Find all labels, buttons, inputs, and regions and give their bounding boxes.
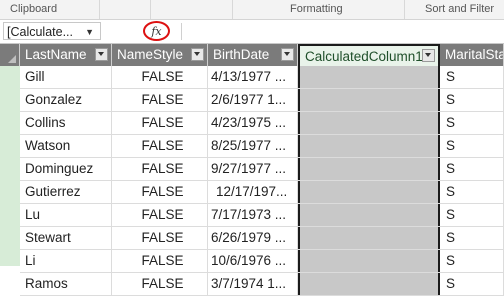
column-header-calculatedcolumn1[interactable]: CalculatedColumn1 (298, 44, 440, 66)
cell-lastname[interactable]: Stewart (20, 227, 112, 249)
ribbon-separator (99, 0, 100, 19)
cell-namestyle[interactable]: FALSE (112, 112, 208, 134)
cell-calculatedcolumn1[interactable] (298, 112, 440, 134)
table-row[interactable]: Gonzalez FALSE 2/6/1977 1... S (20, 89, 504, 112)
cell-maritalstatus[interactable]: S (440, 135, 504, 157)
column-header-label: CalculatedColumn1 (305, 49, 423, 64)
cell-lastname[interactable]: Lu (20, 204, 112, 226)
dropdown-arrow-icon[interactable] (281, 48, 294, 61)
cell-calculatedcolumn1[interactable] (298, 227, 440, 249)
cell-birthdate[interactable]: 7/17/1973 ... (208, 204, 298, 226)
formula-input[interactable] (184, 22, 502, 41)
cell-namestyle[interactable]: FALSE (112, 273, 208, 295)
column-header-label: NameStyle (117, 47, 184, 62)
ribbon-separator (232, 0, 233, 19)
cell-birthdate[interactable]: 8/25/1977 ... (208, 135, 298, 157)
row-selector-strip[interactable] (0, 66, 20, 266)
cell-calculatedcolumn1[interactable] (298, 66, 440, 88)
cell-birthdate[interactable]: 10/6/1976 ... (208, 250, 298, 272)
cell-calculatedcolumn1[interactable] (298, 158, 440, 180)
column-header-label: MaritalSta (445, 47, 504, 62)
ribbon-group-clipboard: Clipboard (10, 3, 58, 15)
name-box-value: [Calculate... (7, 25, 74, 39)
ribbon-group-formatting: Formatting (290, 3, 343, 15)
cell-calculatedcolumn1[interactable] (298, 89, 440, 111)
cell-namestyle[interactable]: FALSE (112, 66, 208, 88)
cell-namestyle[interactable]: FALSE (112, 181, 208, 203)
cell-lastname[interactable]: Watson (20, 135, 112, 157)
cell-maritalstatus[interactable]: S (440, 181, 504, 203)
cell-maritalstatus[interactable]: S (440, 112, 504, 134)
cell-lastname[interactable]: Ramos (20, 273, 112, 295)
cell-maritalstatus[interactable]: S (440, 89, 504, 111)
ribbon-group-sort-filter: Sort and Filter (425, 3, 495, 15)
cell-birthdate[interactable]: 9/27/1977 ... (208, 158, 298, 180)
dropdown-arrow-icon[interactable] (95, 48, 108, 61)
cell-calculatedcolumn1[interactable] (298, 273, 440, 295)
table-row[interactable]: Dominguez FALSE 9/27/1977 ... S (20, 158, 504, 181)
name-box[interactable]: [Calculate... ▼ (3, 22, 101, 40)
ribbon-separator (150, 0, 151, 19)
cell-birthdate[interactable]: 4/13/1977 ... (208, 66, 298, 88)
select-all-corner[interactable] (0, 44, 20, 66)
cell-birthdate[interactable]: 3/7/1974 1... (208, 273, 298, 295)
cell-lastname[interactable]: Li (20, 250, 112, 272)
chevron-down-icon[interactable]: ▼ (85, 23, 94, 41)
column-header-lastname[interactable]: LastName (20, 44, 112, 66)
column-header-namestyle[interactable]: NameStyle (112, 44, 208, 66)
cell-maritalstatus[interactable]: S (440, 273, 504, 295)
dropdown-arrow-icon[interactable] (422, 49, 435, 62)
cell-maritalstatus[interactable]: S (440, 204, 504, 226)
cell-lastname[interactable]: Gonzalez (20, 89, 112, 111)
cell-namestyle[interactable]: FALSE (112, 204, 208, 226)
cell-maritalstatus[interactable]: S (440, 227, 504, 249)
cell-birthdate[interactable]: 12/17/197... (208, 181, 298, 203)
cell-maritalstatus[interactable]: S (440, 66, 504, 88)
cell-calculatedcolumn1[interactable] (298, 135, 440, 157)
table-row[interactable]: Gutierrez FALSE 12/17/197... S (20, 181, 504, 204)
cell-birthdate[interactable]: 2/6/1977 1... (208, 89, 298, 111)
cell-namestyle[interactable]: FALSE (112, 227, 208, 249)
cell-birthdate[interactable]: 4/23/1975 ... (208, 112, 298, 134)
cell-calculatedcolumn1[interactable] (298, 250, 440, 272)
cell-calculatedcolumn1[interactable] (298, 181, 440, 203)
column-header-maritalstatus[interactable]: MaritalSta (440, 44, 504, 66)
table-row[interactable]: Ramos FALSE 3/7/1974 1... S (20, 273, 504, 296)
ribbon-group-labels: Clipboard Formatting Sort and Filter (0, 0, 504, 20)
formula-bar: [Calculate... ▼ fx (0, 20, 504, 44)
dropdown-arrow-icon[interactable] (191, 48, 204, 61)
data-grid: LastName NameStyle BirthDate CalculatedC… (0, 44, 504, 296)
cell-namestyle[interactable]: FALSE (112, 135, 208, 157)
table-row[interactable]: Gill FALSE 4/13/1977 ... S (20, 66, 504, 89)
cell-namestyle[interactable]: FALSE (112, 158, 208, 180)
ribbon-separator (404, 0, 405, 19)
column-header-label: LastName (25, 47, 87, 62)
cell-lastname[interactable]: Dominguez (20, 158, 112, 180)
cell-lastname[interactable]: Collins (20, 112, 112, 134)
cell-namestyle[interactable]: FALSE (112, 250, 208, 272)
formula-bar-separator (181, 23, 182, 40)
cell-calculatedcolumn1[interactable] (298, 204, 440, 226)
table-row[interactable]: Lu FALSE 7/17/1973 ... S (20, 204, 504, 227)
table-row[interactable]: Collins FALSE 4/23/1975 ... S (20, 112, 504, 135)
cell-lastname[interactable]: Gutierrez (20, 181, 112, 203)
cell-namestyle[interactable]: FALSE (112, 89, 208, 111)
table-row[interactable]: Watson FALSE 8/25/1977 ... S (20, 135, 504, 158)
table-row[interactable]: Li FALSE 10/6/1976 ... S (20, 250, 504, 273)
insert-function-button[interactable]: fx (143, 21, 170, 41)
column-header-label: BirthDate (213, 47, 270, 62)
cell-maritalstatus[interactable]: S (440, 250, 504, 272)
table-row[interactable]: Stewart FALSE 6/26/1979 ... S (20, 227, 504, 250)
cell-lastname[interactable]: Gill (20, 66, 112, 88)
cell-birthdate[interactable]: 6/26/1979 ... (208, 227, 298, 249)
function-icon: fx (151, 25, 162, 38)
column-header-birthdate[interactable]: BirthDate (208, 44, 298, 66)
cell-maritalstatus[interactable]: S (440, 158, 504, 180)
